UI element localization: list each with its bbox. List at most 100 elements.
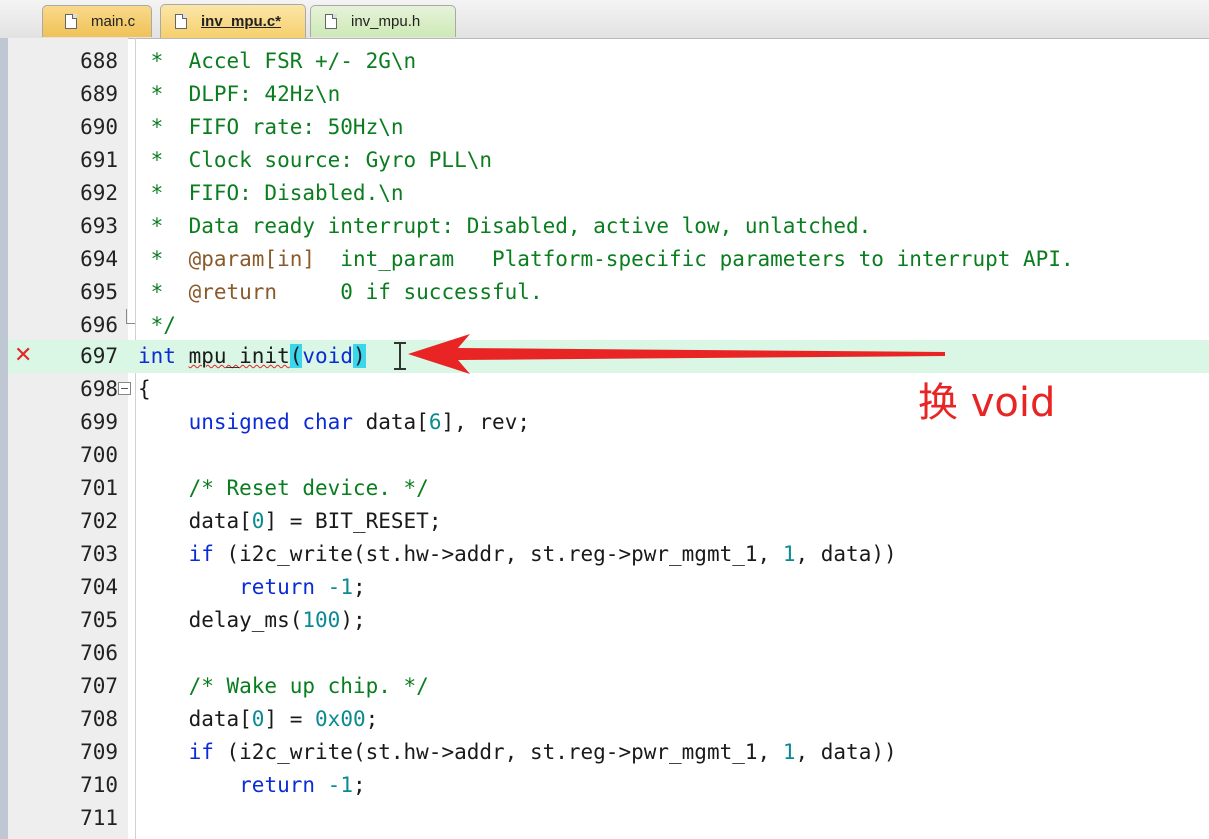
doc-tag-text: 0 if successful. bbox=[277, 280, 543, 304]
number: 100 bbox=[302, 608, 341, 632]
code-fragment: ] = BIT_RESET; bbox=[264, 509, 442, 533]
code-line: 703 if (i2c_write(st.hw->addr, st.reg->p… bbox=[8, 538, 1209, 571]
number: 0 bbox=[251, 707, 265, 731]
line-number: 695 bbox=[80, 280, 118, 304]
line-number: 691 bbox=[80, 148, 118, 172]
code-line: 695 * @return 0 if successful. bbox=[8, 276, 1209, 309]
code-line: 708 data[0] = 0x00; bbox=[8, 703, 1209, 736]
tab-label: inv_mpu.h bbox=[351, 13, 421, 30]
code-fragment: ], rev; bbox=[441, 410, 530, 434]
line-text: unsigned char data[6], rev; bbox=[138, 406, 530, 439]
number: 1 bbox=[782, 740, 796, 764]
keyword: if bbox=[188, 740, 214, 764]
doc-tag: @param[in] bbox=[188, 247, 316, 271]
code-line: 690 * FIFO rate: 50Hz\n bbox=[8, 111, 1209, 144]
line-text: delay_ms(100); bbox=[138, 604, 366, 637]
fold-end-marker bbox=[126, 309, 135, 324]
line-number: 701 bbox=[80, 476, 118, 500]
line-text: return -1; bbox=[138, 571, 366, 604]
line-number: 688 bbox=[80, 49, 118, 73]
tab-inv-mpu-h[interactable]: inv_mpu.h bbox=[310, 5, 456, 37]
line-number: 703 bbox=[80, 542, 118, 566]
doc-tag-text: int_param Platform-specific parameters t… bbox=[315, 247, 1074, 271]
code-line: 710 return -1; bbox=[8, 769, 1209, 802]
line-number: 689 bbox=[80, 82, 118, 106]
number: 0x00 bbox=[315, 707, 366, 731]
number: -1 bbox=[327, 773, 353, 797]
line-number: 706 bbox=[80, 641, 118, 665]
line-number: 709 bbox=[80, 740, 118, 764]
line-text: if (i2c_write(st.hw->addr, st.reg->pwr_m… bbox=[138, 736, 897, 769]
code-editor[interactable]: 688 * Accel FSR +/- 2G\n 689 * DLPF: 42H… bbox=[8, 38, 1209, 839]
code-fragment: ; bbox=[352, 575, 366, 599]
keyword: return bbox=[239, 773, 316, 797]
code-line: 709 if (i2c_write(st.hw->addr, st.reg->p… bbox=[8, 736, 1209, 769]
code-fragment: data[ bbox=[138, 509, 252, 533]
code-line: 688 * Accel FSR +/- 2G\n bbox=[8, 45, 1209, 78]
code-fragment: data[ bbox=[352, 410, 429, 434]
code-line: 693 * Data ready interrupt: Disabled, ac… bbox=[8, 210, 1209, 243]
tab-label: inv_mpu.c* bbox=[201, 13, 282, 30]
line-number: 705 bbox=[80, 608, 118, 632]
line-text: * Accel FSR +/- 2G\n bbox=[138, 49, 417, 73]
code-fragment: (i2c_write(st.hw->addr, st.reg->pwr_mgmt… bbox=[213, 542, 783, 566]
file-icon bbox=[175, 14, 187, 29]
line-number: 694 bbox=[80, 247, 118, 271]
open-paren: ( bbox=[289, 344, 303, 368]
error-x-icon: ✕ bbox=[14, 343, 33, 368]
line-number: 699 bbox=[80, 410, 118, 434]
fold-collapse-icon[interactable] bbox=[118, 382, 131, 395]
code-line: 700 bbox=[8, 439, 1209, 472]
line-number: 711 bbox=[80, 806, 118, 830]
file-icon bbox=[325, 14, 337, 29]
line-number: 710 bbox=[80, 773, 118, 797]
line-number: 702 bbox=[80, 509, 118, 533]
code-line: 691 * Clock source: Gyro PLL\n bbox=[8, 144, 1209, 177]
code-line: 706 bbox=[8, 637, 1209, 670]
line-text: /* Wake up chip. */ bbox=[138, 674, 429, 698]
code-line: 692 * FIFO: Disabled.\n bbox=[8, 177, 1209, 210]
code-line: 704 return -1; bbox=[8, 571, 1209, 604]
tab-inv-mpu-c[interactable]: inv_mpu.c* bbox=[160, 4, 306, 38]
code-line: 701 /* Reset device. */ bbox=[8, 472, 1209, 505]
tab-main-c[interactable]: main.c bbox=[42, 5, 152, 37]
number: 1 bbox=[782, 542, 796, 566]
code-fragment: (i2c_write(st.hw->addr, st.reg->pwr_mgmt… bbox=[213, 740, 783, 764]
code-line: 689 * DLPF: 42Hz\n bbox=[8, 78, 1209, 111]
doc-tag: @return bbox=[188, 280, 278, 304]
line-text: data[0] = 0x00; bbox=[138, 703, 379, 736]
line-number: 708 bbox=[80, 707, 118, 731]
line-text: { bbox=[138, 377, 151, 401]
line-text: * Data ready interrupt: Disabled, active… bbox=[138, 214, 872, 238]
keyword: char bbox=[302, 410, 353, 434]
annotation-arrow-icon bbox=[408, 334, 945, 374]
line-text: data[0] = BIT_RESET; bbox=[138, 505, 442, 538]
code-fragment: , data)) bbox=[795, 740, 897, 764]
code-fragment: ] = bbox=[264, 707, 316, 731]
line-text: if (i2c_write(st.hw->addr, st.reg->pwr_m… bbox=[138, 538, 897, 571]
code-fragment: data[ bbox=[138, 707, 252, 731]
code-line: 711 bbox=[8, 802, 1209, 835]
line-text: */ bbox=[138, 313, 176, 337]
keyword: if bbox=[188, 542, 214, 566]
code-line: 705 delay_ms(100); bbox=[8, 604, 1209, 637]
tab-bar: main.c inv_mpu.c* inv_mpu.h bbox=[0, 0, 1209, 39]
file-icon bbox=[65, 14, 77, 29]
number: -1 bbox=[327, 575, 353, 599]
code-fragment: ; bbox=[365, 707, 379, 731]
keyword: unsigned bbox=[188, 410, 290, 434]
line-text: /* Reset device. */ bbox=[138, 476, 429, 500]
line-number: 697 bbox=[80, 344, 118, 368]
line-number: 707 bbox=[80, 674, 118, 698]
annotation-text: 换 void bbox=[918, 380, 1056, 426]
line-number: 698 bbox=[80, 377, 118, 401]
number: 0 bbox=[251, 509, 265, 533]
line-text: * FIFO rate: 50Hz\n bbox=[138, 115, 404, 139]
code-fragment: delay_ms( bbox=[138, 608, 303, 632]
line-number: 704 bbox=[80, 575, 118, 599]
line-number: 696 bbox=[80, 313, 118, 337]
line-text: * FIFO: Disabled.\n bbox=[138, 181, 404, 205]
line-text: * Clock source: Gyro PLL\n bbox=[138, 148, 493, 172]
code-fragment: ); bbox=[340, 608, 366, 632]
code-line: 702 data[0] = BIT_RESET; bbox=[8, 505, 1209, 538]
